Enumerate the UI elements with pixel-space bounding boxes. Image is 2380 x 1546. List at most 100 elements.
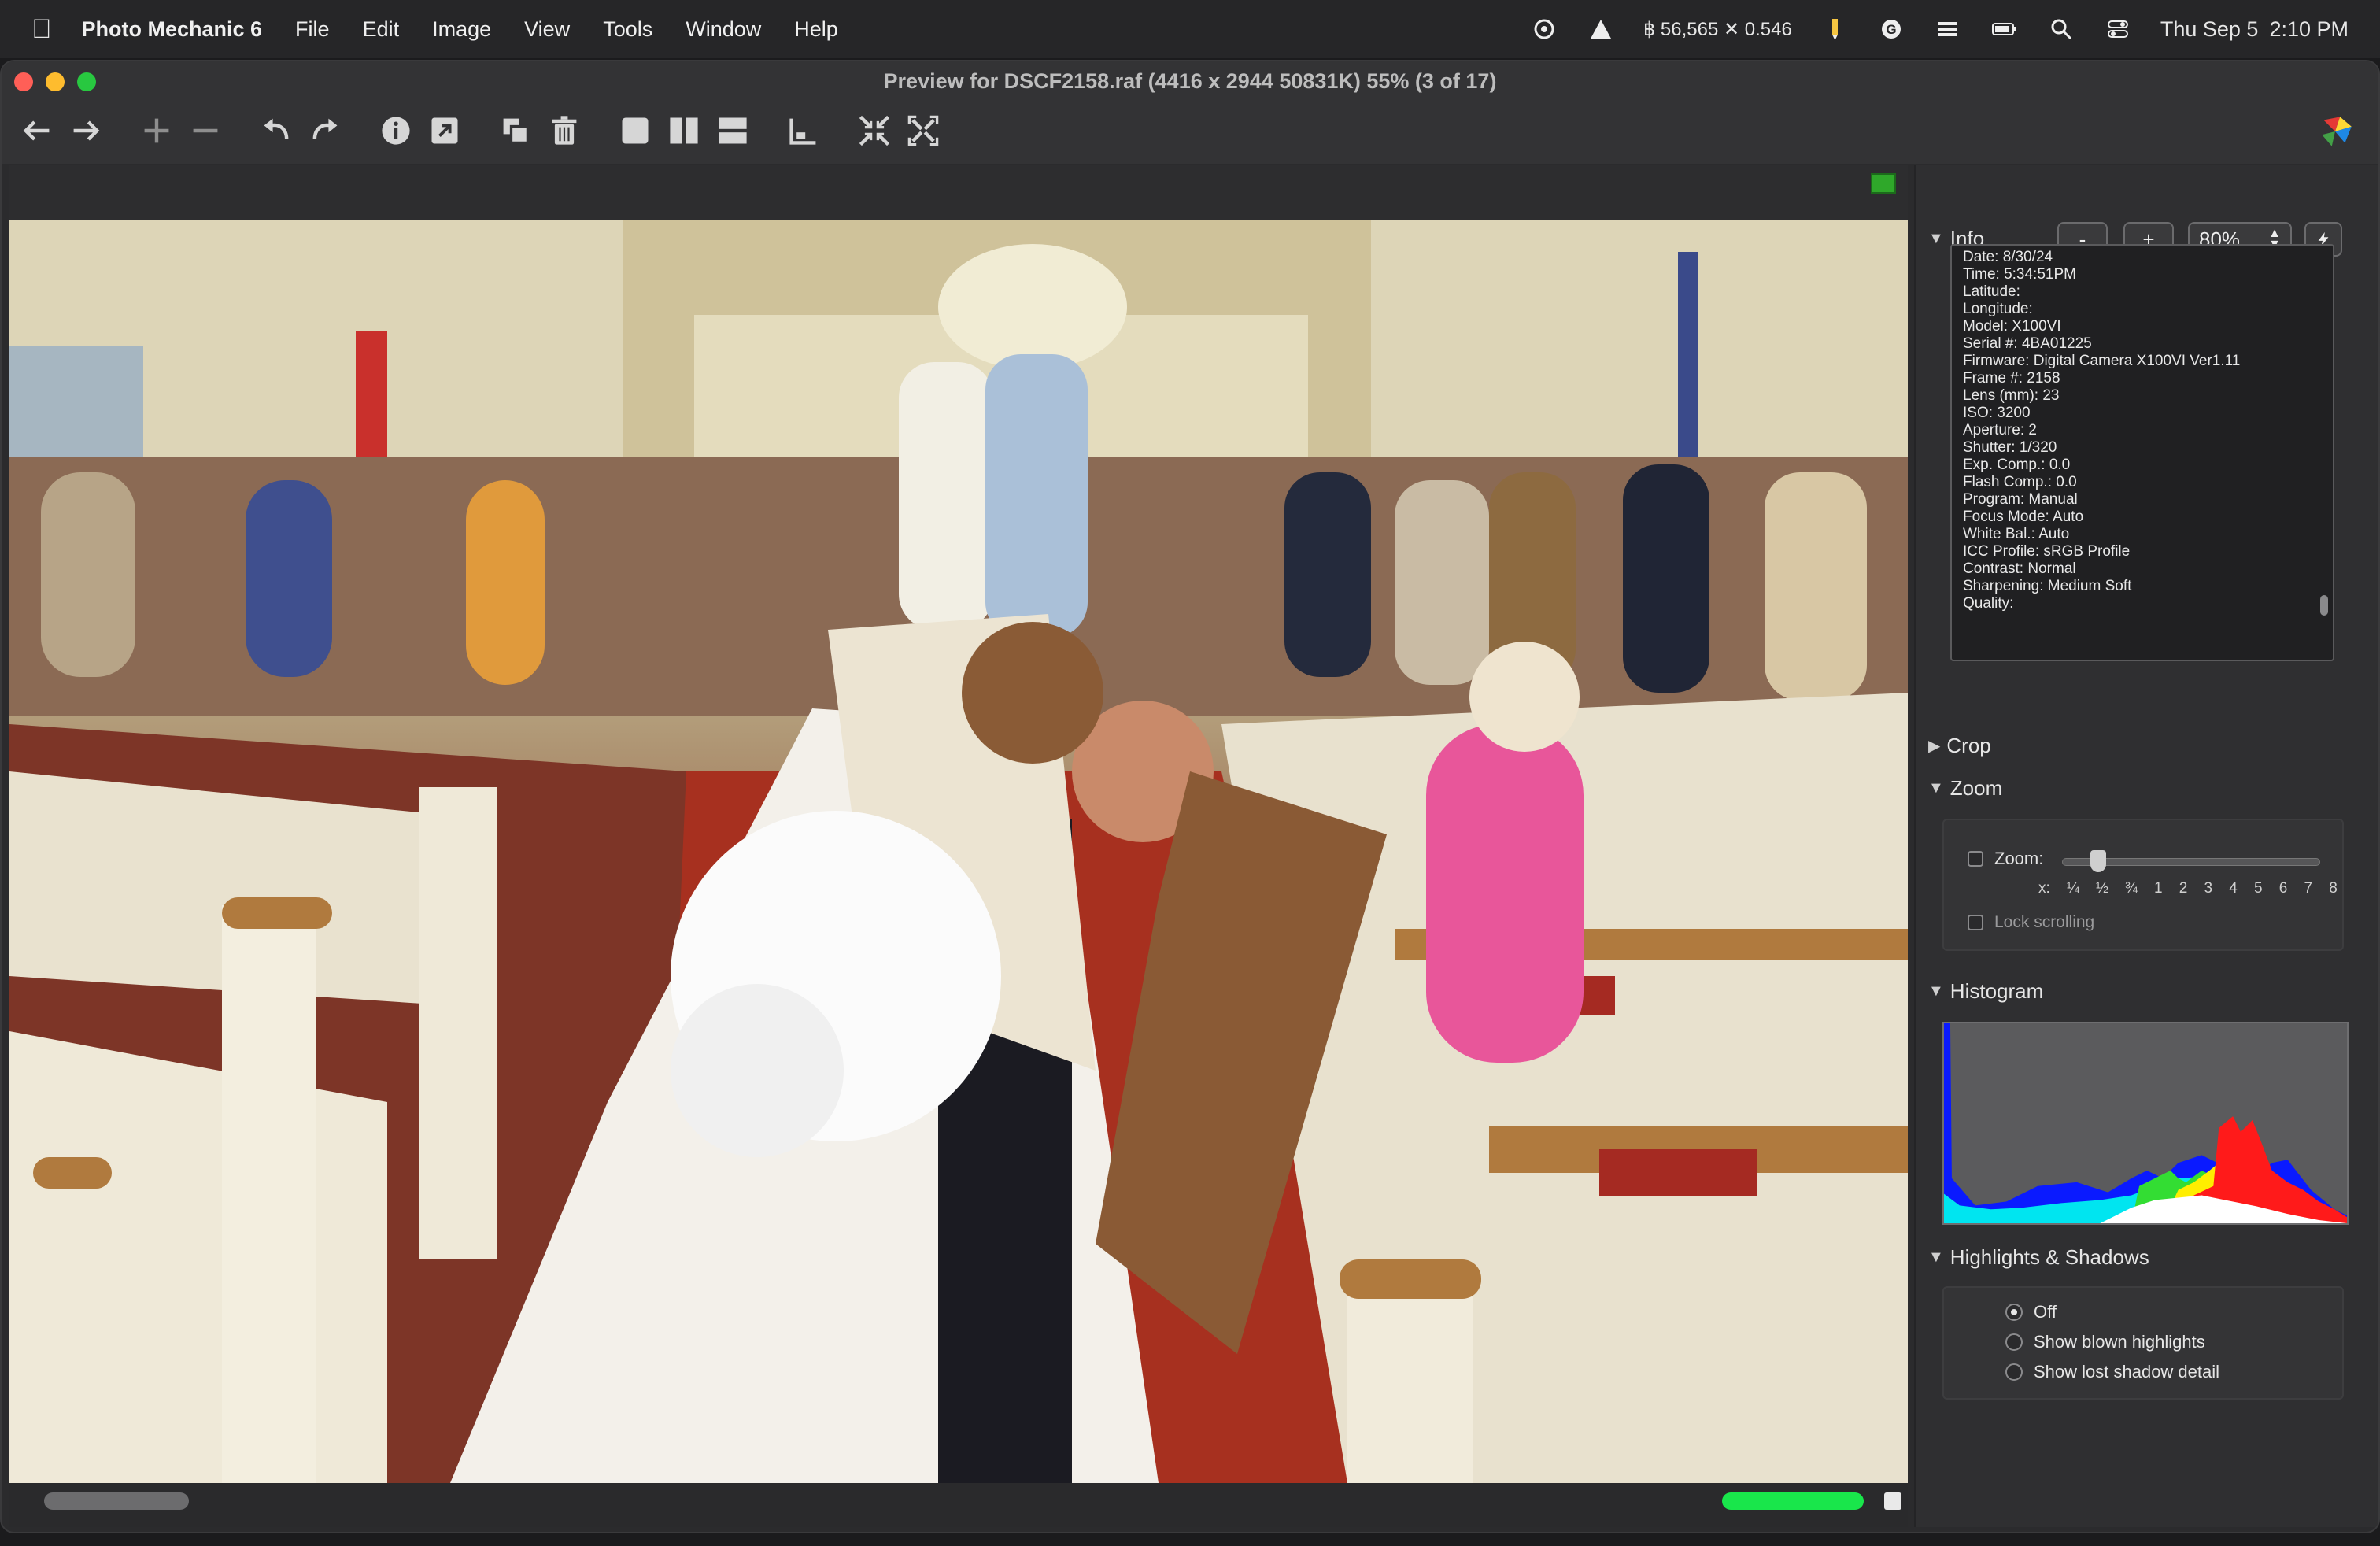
radio-off-label: Off <box>2034 1302 2057 1322</box>
zoom-scale-tick: 2 <box>2179 880 2188 897</box>
info-line: Serial #: 4BA01225 <box>1963 335 2092 352</box>
grammarly-icon[interactable]: G <box>1877 17 1905 41</box>
preview-window: Preview for DSCF2158.raf (4416 x 2944 50… <box>0 60 2380 1533</box>
inspector-panel: ▼ Info - + 80% ▲▼ Date: 8/30/24Time: 5:3… <box>1914 165 2378 1527</box>
zoom-checkbox[interactable] <box>1968 851 1983 867</box>
warning-triangle-icon[interactable] <box>1587 17 1615 41</box>
zoom-group: Zoom: x: ¼ ½ ¾ 1 2 3 4 5 6 7 8 Lock scrolling <box>1942 819 2344 951</box>
radio-off[interactable] <box>2005 1304 2023 1321</box>
highlights-label: Highlights & Shadows <box>1949 1245 2149 1269</box>
plus-icon[interactable] <box>132 107 181 154</box>
two-up-icon[interactable] <box>660 107 708 154</box>
highlights-group: Off Show blown highlights Show lost shad… <box>1942 1286 2344 1400</box>
menu-image[interactable]: Image <box>432 17 491 42</box>
rotate-right-icon[interactable] <box>301 107 349 154</box>
clock-time[interactable]: 2:10 PM <box>2269 17 2349 42</box>
metadata-info-box[interactable]: Date: 8/30/24 Time: 5:34:51PM Latitude: Lon… <box>1950 244 2334 661</box>
disclosure-down-icon: ▼ <box>1928 230 1944 247</box>
minus-icon[interactable] <box>181 107 230 154</box>
photo-mechanic-logo-icon <box>2322 117 2352 146</box>
single-view-icon[interactable] <box>611 107 660 154</box>
info-line: Frame #: 2158 <box>1963 370 2060 386</box>
zoom-scale-tick: ¼ <box>2066 880 2079 897</box>
info-line: Firmware: Digital Camera X100VI Ver1.11 <box>1963 353 2241 369</box>
status-area: ฿ 56,565 ✕ 0.546 G Thu Sep 5 2:10 PM <box>1530 17 2349 42</box>
radio-blown-highlights[interactable] <box>2005 1333 2023 1351</box>
export-icon[interactable] <box>420 107 469 154</box>
duplicate-icon[interactable] <box>491 107 540 154</box>
zoom-scale-tick: ¾ <box>2125 880 2138 897</box>
menu-edit[interactable]: Edit <box>363 17 400 42</box>
resize-handle[interactable] <box>1884 1492 1901 1510</box>
bitcoin-ticker[interactable]: ฿ 56,565 ✕ 0.546 <box>1643 18 1792 41</box>
disclosure-down-icon: ▼ <box>1928 982 1944 1000</box>
color-class-tag[interactable] <box>1871 173 1896 194</box>
control-center-icon[interactable] <box>2104 17 2132 41</box>
loading-progress-bar <box>1722 1492 1864 1510</box>
histogram-toggle-icon[interactable] <box>779 107 828 154</box>
menu-tools[interactable]: Tools <box>603 17 652 42</box>
radio-blown-highlights-label: Show blown highlights <box>2034 1332 2205 1352</box>
info-line: Aperture: 2 <box>1963 422 2037 438</box>
info-line: ISO: 3200 <box>1963 405 2031 421</box>
menu-view[interactable]: View <box>524 17 570 42</box>
preview-footer <box>9 1483 1908 1527</box>
info-line: White Bal.: Auto <box>1963 526 2070 542</box>
battery-icon[interactable] <box>1990 17 2019 41</box>
info-line: Model: X100VI <box>1963 318 2061 335</box>
preview-area[interactable] <box>9 165 1908 1527</box>
histogram-label: Histogram <box>1949 979 2044 1003</box>
trash-icon[interactable] <box>540 107 589 154</box>
zoom-scale-tick: 3 <box>2204 880 2213 897</box>
zoom-scale-tick: x: <box>2038 880 2050 897</box>
lock-scrolling-checkbox[interactable] <box>1968 915 1983 930</box>
info-line: Time: 5:34:51PM <box>1963 266 2076 283</box>
info-line: Flash Comp.: 0.0 <box>1963 474 2077 490</box>
shrink-icon[interactable] <box>850 107 899 154</box>
menu-window[interactable]: Window <box>686 17 761 42</box>
disclosure-down-icon: ▼ <box>1928 779 1944 797</box>
crop-section-header[interactable]: ▶ Crop <box>1928 734 1991 758</box>
info-line: ICC Profile: sRGB Profile <box>1963 543 2131 560</box>
rotate-left-icon[interactable] <box>252 107 301 154</box>
pencil-icon[interactable] <box>1820 17 1849 41</box>
menu-app[interactable]: Photo Mechanic 6 <box>82 17 263 42</box>
zoom-scale-tick: 4 <box>2229 880 2238 897</box>
zoom-scale-tick: 6 <box>2278 880 2288 897</box>
arrow-left-icon[interactable] <box>13 107 61 154</box>
disclosure-right-icon: ▶ <box>1928 738 1941 755</box>
arrow-right-icon[interactable] <box>61 107 110 154</box>
info-line: Shutter: 1/320 <box>1963 439 2057 456</box>
info-line: Program: Manual <box>1963 491 2078 508</box>
clock-date[interactable]: Thu Sep 5 <box>2160 17 2259 42</box>
histogram-section-header[interactable]: ▼ Histogram <box>1928 979 2043 1004</box>
search-icon[interactable] <box>2047 17 2075 41</box>
radio-lost-shadow[interactable] <box>2005 1363 2023 1381</box>
stack-icon[interactable] <box>1934 17 1962 41</box>
info-line: Focus Mode: Auto <box>1963 509 2084 525</box>
info-line: Lens (mm): 23 <box>1963 387 2060 404</box>
histogram-graph <box>1944 1023 2347 1223</box>
photo-preview[interactable] <box>9 220 1908 1483</box>
lock-scrolling-label: Lock scrolling <box>1994 913 2095 931</box>
info-icon[interactable] <box>371 107 420 154</box>
zoom-slider-knob[interactable] <box>2090 850 2106 872</box>
zoom-scale-tick: ½ <box>2095 880 2108 897</box>
info-line: Contrast: Normal <box>1963 560 2076 577</box>
zoom-checkbox-label: Zoom: <box>1994 849 2044 868</box>
info-line: Date: 8/30/24 <box>1963 249 2053 265</box>
apple-icon[interactable]:  <box>31 14 52 45</box>
title-bar: Preview for DSCF2158.raf (4416 x 2944 50… <box>2 61 2378 164</box>
info-line: Quality: <box>1963 595 2014 612</box>
info-line: Exp. Comp.: 0.0 <box>1963 457 2071 473</box>
highlights-section-header[interactable]: ▼ Highlights & Shadows <box>1928 1245 2149 1270</box>
info-scrollbar[interactable] <box>2320 595 2328 616</box>
zoom-scale: x: ¼ ½ ¾ 1 2 3 4 5 6 7 8 <box>2038 880 2338 897</box>
accessibility-icon[interactable] <box>1530 17 1558 41</box>
menu-file[interactable]: File <box>295 17 330 42</box>
horizontal-scroll-thumb[interactable] <box>44 1492 189 1510</box>
zoom-section-header[interactable]: ▼ Zoom <box>1928 776 2002 801</box>
expand-icon[interactable] <box>899 107 948 154</box>
menu-help[interactable]: Help <box>794 17 838 42</box>
stacked-view-icon[interactable] <box>708 107 757 154</box>
